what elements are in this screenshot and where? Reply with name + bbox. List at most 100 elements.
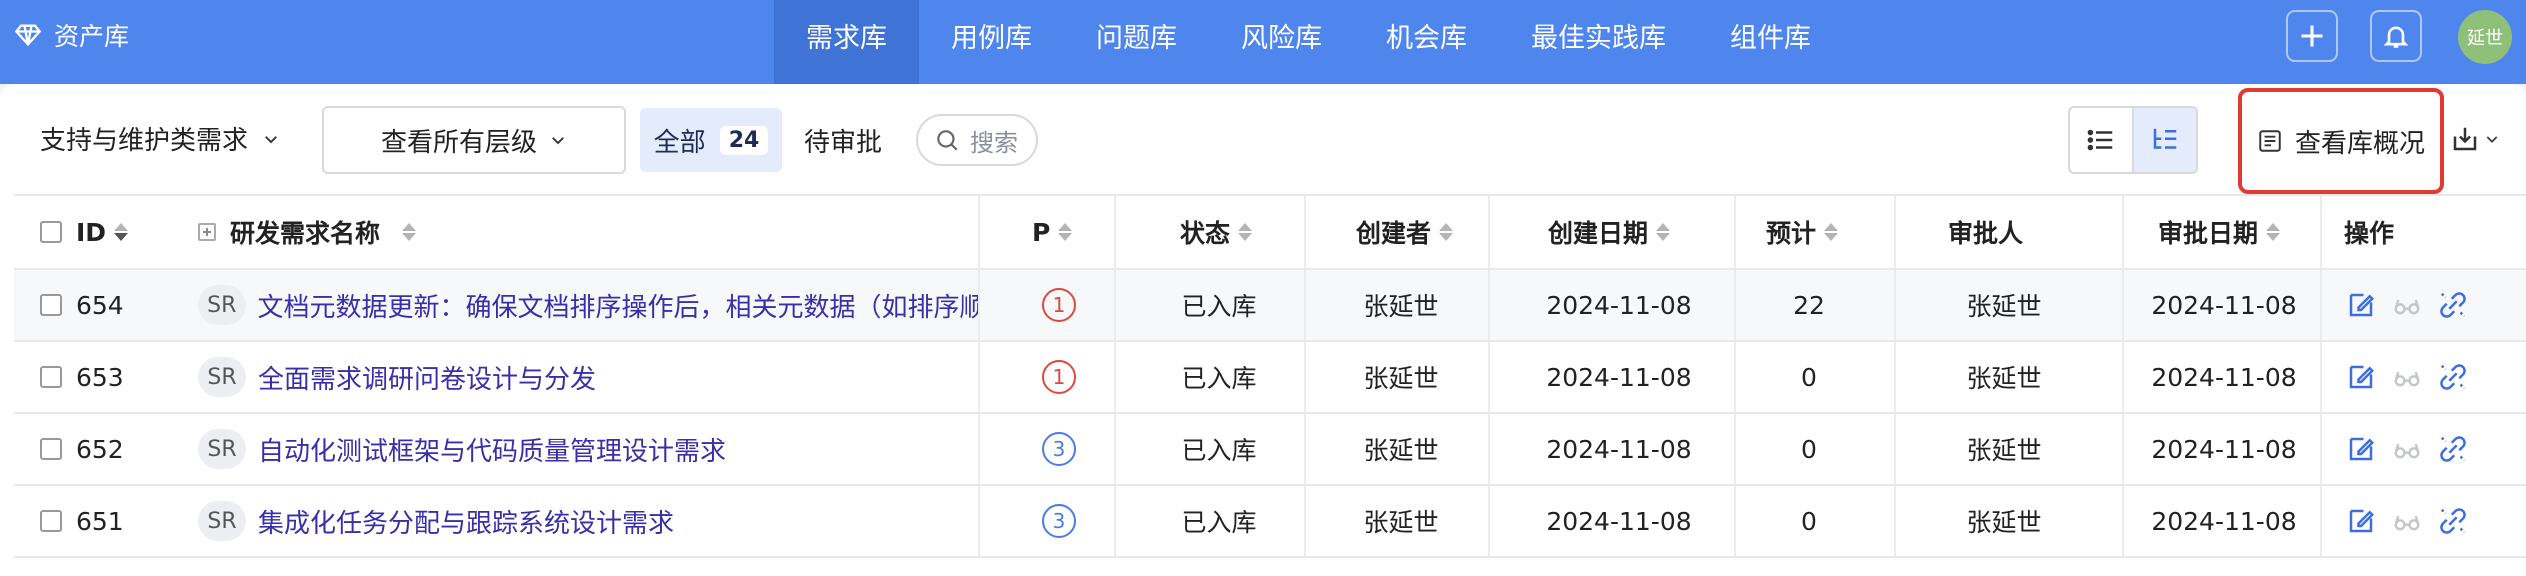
nav-tab-1[interactable]: 用例库 (919, 0, 1064, 84)
row-id: 651 (76, 506, 124, 536)
search-input[interactable]: 搜索 (916, 114, 1038, 166)
column-header-creator-label: 创建者 (1356, 219, 1432, 248)
row-id: 654 (76, 290, 124, 320)
approved-date: 2024-11-08 (2151, 290, 2297, 320)
chevron-down-icon (2486, 136, 2498, 143)
brand[interactable]: 资产库 (14, 0, 129, 70)
row-checkbox[interactable] (40, 270, 62, 340)
row-name-cell: SR 自动化测试框架与代码质量管理设计需求 (198, 414, 978, 484)
export-dropdown[interactable] (2450, 124, 2500, 154)
requirements-table: ID 研发需求名称 P 状态 创建者 创建日期 预计 审批人 审批日期 操作 6… (14, 194, 2526, 558)
select-all-checkbox[interactable] (40, 196, 62, 268)
requirement-name-link[interactable]: 全面需求调研问卷设计与分发 (258, 359, 596, 396)
column-header-id[interactable]: ID (76, 196, 129, 268)
chevron-down-icon (265, 135, 277, 143)
unlink-icon[interactable] (2438, 506, 2468, 536)
download-icon (2453, 127, 2477, 151)
view-overview-label: 查看库概况 (2294, 128, 2425, 159)
priority-cell: 3 (1024, 486, 1094, 556)
priority-cell: 1 (1024, 270, 1094, 340)
nav-tab-6[interactable]: 组件库 (1698, 0, 1843, 84)
table-row[interactable]: 651 SR 集成化任务分配与跟踪系统设计需求 3 已入库 张延世 2024-11-08 0 张… (14, 486, 2526, 558)
add-button[interactable] (2286, 10, 2338, 62)
priority-badge: 3 (1042, 504, 1076, 538)
column-header-priority-label: P (1032, 217, 1051, 247)
type-filter-label: 支持与维护类需求 (40, 126, 249, 156)
creator-text: 张延世 (1363, 364, 1439, 393)
approver-text: 张延世 (1966, 436, 2042, 465)
unlink-icon[interactable] (2438, 362, 2468, 392)
unlink-icon[interactable] (2438, 434, 2468, 464)
requirement-name-link[interactable]: 集成化任务分配与跟踪系统设计需求 (258, 503, 674, 540)
column-header-status-label: 状态 (1180, 219, 1231, 248)
review-icon[interactable] (2392, 506, 2422, 536)
tab-all-count: 24 (719, 125, 769, 155)
table-row[interactable]: 652 SR 自动化测试框架与代码质量管理设计需求 3 已入库 张延世 2024-11-08… (14, 414, 2526, 486)
sort-icon (1656, 223, 1671, 241)
expand-all-icon[interactable] (198, 223, 216, 241)
priority-badge: 1 (1042, 360, 1076, 394)
chevron-down-icon (552, 137, 564, 145)
row-checkbox[interactable] (40, 342, 62, 412)
requirement-name-link[interactable]: 自动化测试框架与代码质量管理设计需求 (258, 431, 726, 468)
column-header-estimate[interactable]: 预计 (1766, 196, 1839, 268)
unlink-icon[interactable] (2438, 290, 2468, 320)
view-overview-button[interactable]: 查看库概况 (2238, 88, 2444, 194)
nav-tab-4[interactable]: 机会库 (1354, 0, 1499, 84)
edit-icon[interactable] (2346, 434, 2376, 464)
edit-icon[interactable] (2346, 362, 2376, 392)
row-actions (2346, 486, 2468, 556)
approved-date: 2024-11-08 (2151, 434, 2297, 464)
type-tag: SR (198, 285, 246, 325)
review-icon[interactable] (2392, 290, 2422, 320)
level-select[interactable]: 查看所有层级 (322, 106, 626, 174)
column-header-creator[interactable]: 创建者 (1356, 196, 1454, 268)
nav-tab-5[interactable]: 最佳实践库 (1499, 0, 1698, 84)
approver-text: 张延世 (1966, 508, 2042, 537)
requirement-name-link[interactable]: 文档元数据更新：确保文档排序操作后，相关元数据（如排序顺 (258, 287, 979, 324)
review-icon[interactable] (2392, 434, 2422, 464)
column-header-priority[interactable]: P (1032, 196, 1073, 268)
status-text: 已入库 (1181, 364, 1257, 393)
column-header-approved-label: 审批日期 (2158, 219, 2259, 248)
sort-icon (1824, 223, 1839, 241)
list-view-button[interactable] (2070, 108, 2132, 172)
approver-text: 张延世 (1966, 364, 2042, 393)
column-header-id-label: ID (76, 217, 107, 247)
brand-title: 资产库 (54, 22, 130, 51)
sort-icon (1058, 223, 1073, 241)
tab-pending[interactable]: 待审批 (804, 122, 882, 159)
column-header-ops: 操作 (2344, 196, 2394, 268)
table-header-row: ID 研发需求名称 P 状态 创建者 创建日期 预计 审批人 审批日期 操作 (14, 196, 2526, 270)
column-header-name[interactable]: 研发需求名称 (198, 196, 417, 268)
nav-tab-3[interactable]: 风险库 (1209, 0, 1354, 84)
tab-all[interactable]: 全部 24 (640, 108, 782, 172)
column-header-estimate-label: 预计 (1766, 219, 1817, 248)
approved-date: 2024-11-08 (2151, 362, 2297, 392)
column-header-created[interactable]: 创建日期 (1548, 196, 1671, 268)
row-id: 653 (76, 362, 124, 392)
notification-button[interactable] (2370, 10, 2422, 62)
row-checkbox[interactable] (40, 414, 62, 484)
tree-view-button[interactable] (2132, 108, 2196, 172)
sort-icon (1238, 223, 1253, 241)
avatar[interactable]: 延世 (2458, 10, 2512, 64)
sort-icon (402, 223, 417, 241)
column-header-approved[interactable]: 审批日期 (2158, 196, 2281, 268)
column-header-approver: 审批人 (1948, 196, 2023, 268)
review-icon[interactable] (2392, 362, 2422, 392)
column-header-status[interactable]: 状态 (1180, 196, 1253, 268)
sort-icon (2266, 223, 2281, 241)
nav-tab-0[interactable]: 需求库 (774, 0, 919, 84)
nav-tab-2[interactable]: 问题库 (1064, 0, 1209, 84)
row-checkbox[interactable] (40, 486, 62, 556)
content-panel: 支持与维护类需求 查看所有层级 全部 24 待审批 搜索 查看库概况 ID 研发… (0, 84, 2526, 576)
type-tag: SR (198, 501, 246, 541)
view-toggle (2068, 106, 2198, 174)
table-row[interactable]: 653 SR 全面需求调研问卷设计与分发 1 已入库 张延世 2024-11-08 0 张延世 2… (14, 342, 2526, 414)
table-row[interactable]: 654 SR 文档元数据更新：确保文档排序操作后，相关元数据（如排序顺 1 已入库 张延世… (14, 270, 2526, 342)
estimate-value: 0 (1801, 434, 1817, 464)
edit-icon[interactable] (2346, 290, 2376, 320)
edit-icon[interactable] (2346, 506, 2376, 536)
type-filter-dropdown[interactable]: 支持与维护类需求 (40, 120, 280, 157)
